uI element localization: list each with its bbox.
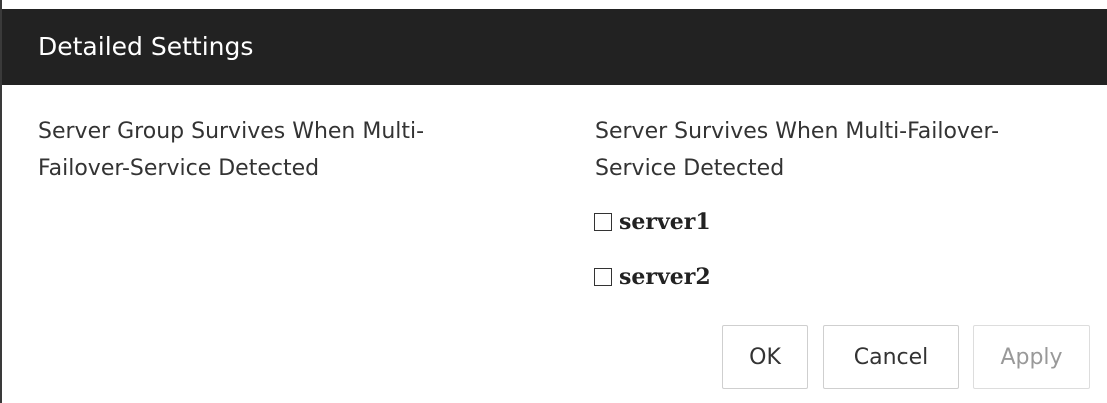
dialog-title: Detailed Settings [38,32,254,61]
cancel-button[interactable]: Cancel [823,325,959,389]
server-option-server1[interactable]: server1 [594,207,711,237]
server2-label: server2 [619,264,711,290]
server1-label: server1 [619,209,711,235]
detailed-settings-dialog: Detailed Settings Server Group Survives … [0,0,1107,403]
apply-button[interactable]: Apply [973,325,1090,389]
ok-button[interactable]: OK [722,325,808,389]
server-group-survives-label: Server Group Survives When Multi- Failov… [38,119,425,181]
server-option-server2[interactable]: server2 [594,262,711,292]
server1-checkbox[interactable] [594,213,612,231]
server2-checkbox[interactable] [594,268,612,286]
server-survives-label: Server Survives When Multi-Failover- Ser… [595,119,1000,181]
dialog-titlebar: Detailed Settings [2,9,1107,85]
